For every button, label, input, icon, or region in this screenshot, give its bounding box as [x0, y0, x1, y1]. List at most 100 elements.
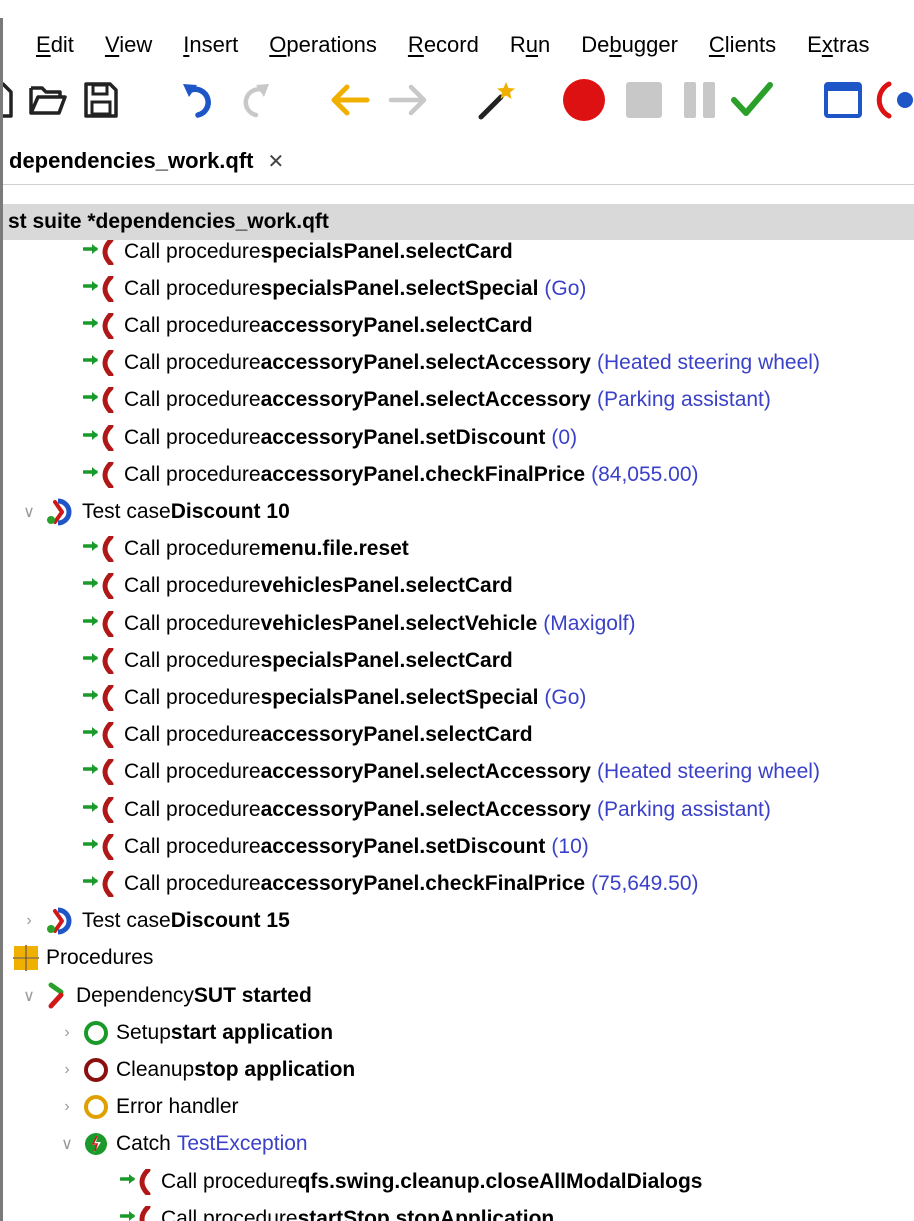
menu-run[interactable]: Run [510, 32, 550, 58]
tree-node-cleanup-stop-application[interactable]: › Cleanup stop application [64, 1051, 356, 1088]
tree-node-call-accessorypanel-checkfinalprice[interactable]: Call procedure accessoryPanel.checkFinal… [83, 865, 699, 902]
expand-toggle-icon[interactable]: ∨ [59, 1134, 75, 1154]
call-node-icon [83, 240, 117, 265]
node-parameter: (Parking assistant) [596, 797, 771, 821]
node-type-label: Call procedure [124, 685, 261, 709]
node-name: accessoryPanel.setDiscount [260, 425, 546, 449]
check-icon[interactable] [729, 78, 775, 122]
node-name: menu.file.reset [260, 537, 409, 561]
tree-node-call-vehiclespanel-selectvehicle[interactable]: Call procedure vehiclesPanel.selectVehic… [83, 605, 635, 642]
call-node-icon [120, 1168, 154, 1195]
menu-view[interactable]: View [105, 32, 152, 58]
node-type-label: Call procedure [124, 611, 261, 635]
new-icon[interactable] [3, 78, 13, 122]
node-type-label: Call procedure [124, 648, 261, 672]
stop-icon[interactable] [622, 78, 666, 122]
menu-bar: Edit View Insert Operations Record Run D… [3, 24, 914, 66]
node-name: accessoryPanel.setDiscount [260, 834, 546, 858]
tree-node-call-menu-file-reset[interactable]: Call procedure menu.file.reset [83, 531, 409, 568]
node-type-label: Setup [116, 1020, 171, 1044]
node-name: stop application [194, 1057, 356, 1081]
tree-node-call-specialspanel-selectcard[interactable]: Call procedure specialsPanel.selectCard [83, 240, 513, 270]
menu-clients[interactable]: Clients [709, 32, 776, 58]
tree-node-call-accessorypanel-setdiscount[interactable]: Call procedure accessoryPanel.setDiscoun… [83, 419, 577, 456]
tree-node-call-accessorypanel-checkfinalprice[interactable]: Call procedure accessoryPanel.checkFinal… [83, 456, 699, 493]
node-type-label: Call procedure [124, 313, 261, 337]
test-suite-tree[interactable]: Call procedure specialsPanel.selectCard C… [3, 240, 914, 1221]
forward-icon[interactable] [385, 78, 431, 122]
window-icon[interactable] [821, 78, 865, 122]
tree-node-call-accessorypanel-selectaccessory[interactable]: Call procedure accessoryPanel.selectAcce… [83, 382, 771, 419]
node-parameter: TestException [176, 1132, 308, 1156]
tree-node-call-accessorypanel-selectcard[interactable]: Call procedure accessoryPanel.selectCard [83, 307, 533, 344]
tab-label: dependencies_work.qft [9, 148, 254, 173]
tree-node-call-accessorypanel-selectcard[interactable]: Call procedure accessoryPanel.selectCard [83, 717, 533, 754]
tree-node-call-specialspanel-selectcard[interactable]: Call procedure specialsPanel.selectCard [83, 642, 513, 679]
node-parameter: (84,055.00) [591, 462, 699, 486]
node-parameter: (Go) [544, 685, 587, 709]
collapse-toggle-icon[interactable]: › [21, 912, 37, 930]
menu-extras[interactable]: Extras [807, 32, 869, 58]
tree-node-call-vehiclespanel-selectcard[interactable]: Call procedure vehiclesPanel.selectCard [83, 568, 513, 605]
dependency-node-icon [45, 982, 69, 1010]
call-node-icon [83, 833, 117, 860]
menu-record[interactable]: Record [408, 32, 479, 58]
node-parameter: (Parking assistant) [596, 388, 771, 412]
save-icon[interactable] [80, 78, 122, 122]
menu-edit[interactable]: Edit [36, 32, 74, 58]
tree-node-testcase-discount-10[interactable]: ∨ Test case Discount 10 [23, 493, 290, 530]
call-node-icon [83, 573, 117, 600]
collapse-toggle-icon[interactable]: › [59, 1098, 75, 1116]
menu-debugger[interactable]: Debugger [581, 32, 678, 58]
tree-node-setup-start-application[interactable]: › Setup start application [64, 1014, 333, 1051]
node-name: vehiclesPanel.selectVehicle [260, 611, 538, 635]
node-name: accessoryPanel.selectAccessory [260, 388, 591, 412]
undo-icon[interactable] [179, 78, 223, 122]
tree-node-testcase-discount-15[interactable]: › Test case Discount 15 [26, 903, 290, 940]
expand-toggle-icon[interactable]: ∨ [21, 986, 37, 1006]
open-folder-icon[interactable] [26, 78, 70, 122]
tree-node-dependency-sut-started[interactable]: ∨ Dependency SUT started [23, 977, 312, 1014]
tree-node-procedures[interactable]: Procedures [13, 940, 153, 977]
tree-node-call-specialspanel-selectspecial[interactable]: Call procedure specialsPanel.selectSpeci… [83, 679, 586, 716]
node-type-label: Call procedure [124, 462, 261, 486]
node-name: Discount 15 [170, 909, 290, 933]
node-type-label: Call procedure [161, 1169, 298, 1193]
tree-node-catch[interactable]: ∨ Catch TestException [61, 1126, 308, 1163]
record-icon[interactable] [560, 78, 608, 122]
wand-icon[interactable] [473, 78, 519, 122]
tree-node-call-specialspanel-selectspecial[interactable]: Call procedure specialsPanel.selectSpeci… [83, 270, 586, 307]
node-name: accessoryPanel.selectAccessory [260, 797, 591, 821]
menu-operations[interactable]: Operations [269, 32, 377, 58]
node-name: qfs.swing.cleanup.closeAllModalDialogs [297, 1169, 703, 1193]
node-type-label: Call procedure [124, 276, 261, 300]
tree-node-call-accessorypanel-selectaccessory[interactable]: Call procedure accessoryPanel.selectAcce… [83, 791, 771, 828]
node-type-label: Call procedure [124, 240, 261, 263]
tab-bar: dependencies_work.qft ✕ [3, 138, 914, 185]
setup-node-icon [83, 1020, 109, 1046]
errorhandler-node-icon [83, 1094, 109, 1120]
close-icon[interactable]: ✕ [268, 149, 285, 174]
capture-icon[interactable] [875, 78, 914, 122]
expand-toggle-icon[interactable]: ∨ [21, 502, 37, 522]
tree-node-call-accessorypanel-selectaccessory[interactable]: Call procedure accessoryPanel.selectAcce… [83, 754, 820, 791]
tree-node-call-qfs-swing-cleanup-closeallmodaldialogs[interactable]: Call procedure qfs.swing.cleanup.closeAl… [120, 1163, 702, 1200]
collapse-toggle-icon[interactable]: › [59, 1061, 75, 1079]
redo-icon[interactable] [233, 78, 273, 122]
tree-node-call-accessorypanel-selectaccessory[interactable]: Call procedure accessoryPanel.selectAcce… [83, 345, 820, 382]
tree-node-call-startstop-stopapplication[interactable]: Call procedure startStop.stopApplication [120, 1200, 554, 1221]
node-type-label: Call procedure [124, 351, 261, 375]
tree-node-call-accessorypanel-setdiscount[interactable]: Call procedure accessoryPanel.setDiscoun… [83, 828, 589, 865]
node-name: specialsPanel.selectSpecial [260, 685, 539, 709]
node-type-label: Call procedure [124, 723, 261, 747]
tree-node-errorhandler[interactable]: › Error handler [64, 1089, 239, 1126]
node-parameter: (75,649.50) [591, 871, 699, 895]
pause-icon[interactable] [680, 78, 720, 122]
collapse-toggle-icon[interactable]: › [59, 1024, 75, 1042]
tab-dependencies-work[interactable]: dependencies_work.qft ✕ [3, 138, 284, 184]
back-icon[interactable] [327, 78, 373, 122]
node-type-label: Test case [82, 909, 171, 933]
node-parameter: (Go) [544, 276, 587, 300]
menu-insert[interactable]: Insert [183, 32, 238, 58]
call-node-icon [83, 536, 117, 563]
